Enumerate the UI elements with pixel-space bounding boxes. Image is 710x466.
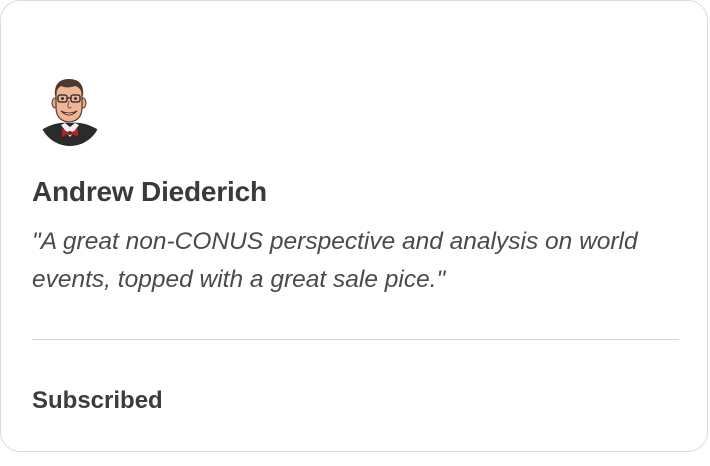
cartoon-portrait-icon (39, 79, 101, 146)
testimonial-quote: "A great non-CONUS perspective and analy… (32, 228, 638, 293)
divider (32, 339, 679, 340)
testimonial-card: Andrew Diederich "A great non-CONUS pers… (0, 0, 708, 452)
author-name: Andrew Diederich (32, 176, 267, 207)
avatar (37, 77, 103, 147)
subscription-status: Subscribed (32, 387, 163, 414)
